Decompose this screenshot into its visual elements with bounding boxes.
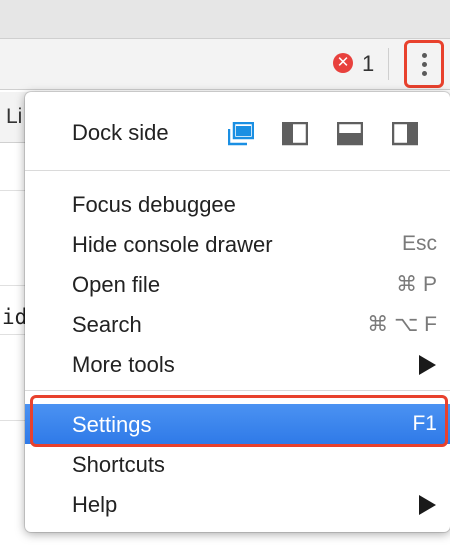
menu-item-label: Settings	[72, 412, 152, 437]
menu-item-shortcut: ⌘ ⌥ F	[367, 313, 437, 336]
error-count[interactable]: 1	[362, 51, 374, 77]
menu-item-more-tools[interactable]: More tools	[25, 344, 450, 384]
menu-item-label: Shortcuts	[72, 452, 165, 477]
browser-top-strip	[0, 0, 450, 38]
menu-item-hide-console-drawer[interactable]: Hide console drawer Esc	[25, 224, 450, 264]
dock-left-icon[interactable]	[281, 121, 309, 146]
menu-item-shortcut: Esc	[401, 232, 437, 255]
menu-item-settings[interactable]: Settings F1	[25, 404, 450, 444]
error-icon[interactable]: ✕	[333, 53, 353, 73]
menu-item-shortcut: F1	[412, 412, 437, 435]
submenu-arrow-icon	[419, 355, 436, 375]
kebab-dot	[422, 71, 427, 76]
side-tab-label[interactable]: Li	[6, 105, 22, 129]
menu-item-label: Help	[72, 492, 118, 517]
menu-item-focus-debuggee[interactable]: Focus debuggee	[25, 184, 450, 224]
kebab-dot	[422, 62, 427, 67]
menu-separator	[25, 390, 450, 391]
menu-item-label: Search	[72, 312, 142, 337]
dock-side-label: Dock side	[72, 120, 169, 145]
menu-item-shortcut: ⌘ P	[396, 273, 437, 296]
more-options-button[interactable]	[404, 40, 444, 88]
menu-item-label: Focus debuggee	[72, 192, 236, 217]
menu-item-search[interactable]: Search ⌘ ⌥ F	[25, 304, 450, 344]
menu-item-label: Open file	[72, 272, 161, 297]
dock-bottom-icon[interactable]	[336, 121, 364, 146]
devtools-toolbar	[0, 38, 450, 90]
menu-item-help[interactable]: Help	[25, 484, 450, 524]
kebab-vertical-icon	[422, 53, 427, 58]
menu-separator	[25, 170, 450, 171]
menu-item-label: Hide console drawer	[72, 232, 273, 257]
menu-item-shortcuts[interactable]: Shortcuts	[25, 444, 450, 484]
submenu-arrow-icon	[419, 495, 436, 515]
undock-icon[interactable]	[227, 121, 255, 146]
dock-right-icon[interactable]	[391, 121, 419, 146]
toolbar-divider	[388, 48, 389, 80]
code-snippet: id	[2, 305, 28, 329]
menu-item-open-file[interactable]: Open file ⌘ P	[25, 264, 450, 304]
devtools-options-menu: Dock side Focus debuggee Hide console dr…	[25, 92, 450, 532]
menu-item-label: More tools	[72, 352, 175, 377]
